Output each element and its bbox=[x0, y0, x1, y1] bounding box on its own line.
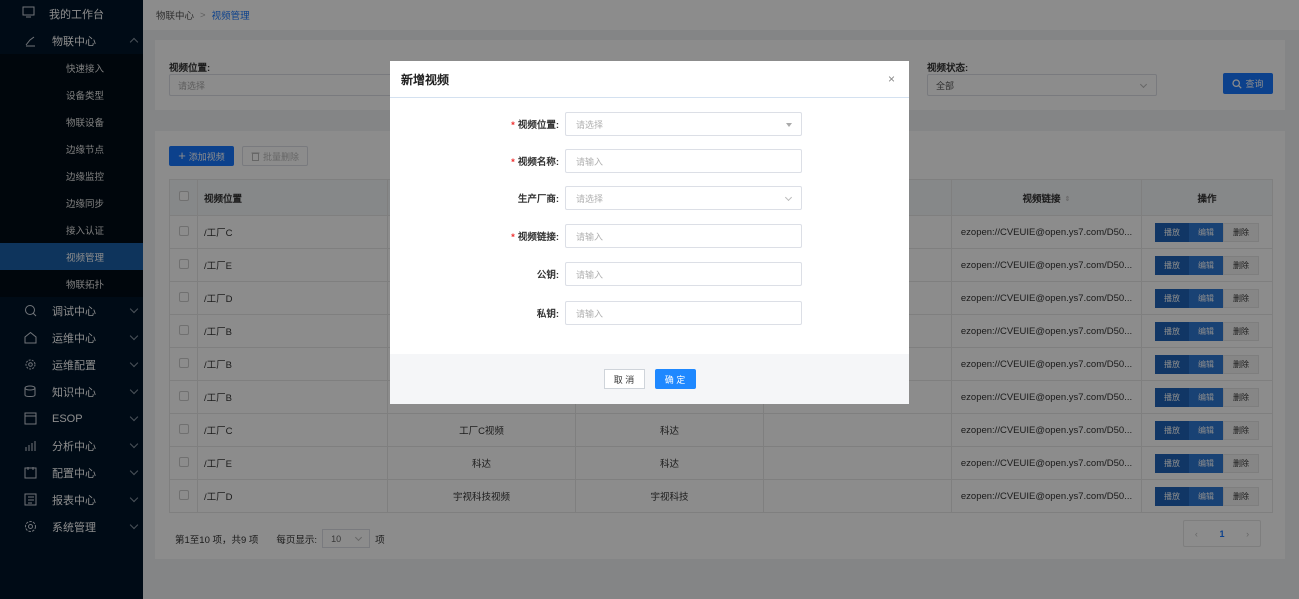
confirm-button[interactable]: 确 定 bbox=[654, 369, 696, 389]
field-label-text: 私钥: bbox=[536, 309, 559, 320]
field-video-location: * 视频位置: 请选择 bbox=[390, 112, 909, 136]
field-video-link: * 视频链接: 请输入 bbox=[390, 224, 909, 248]
video-location-select[interactable]: 请选择 bbox=[565, 112, 802, 136]
manufacturer-select[interactable]: 请选择 bbox=[565, 186, 802, 210]
placeholder: 请选择 bbox=[576, 119, 604, 130]
placeholder: 请输入 bbox=[576, 308, 604, 319]
placeholder: 请输入 bbox=[576, 269, 604, 280]
chevron-down-icon bbox=[784, 193, 793, 202]
cancel-button[interactable]: 取 消 bbox=[603, 369, 645, 389]
modal-footer: 取 消 确 定 bbox=[390, 354, 909, 404]
video-link-input[interactable]: 请输入 bbox=[565, 224, 802, 248]
field-label-text: 生产厂商: bbox=[517, 194, 559, 205]
video-name-input[interactable]: 请输入 bbox=[565, 149, 802, 173]
modal-title: 新增视频 bbox=[401, 72, 450, 87]
field-label: * 视频链接: bbox=[390, 229, 565, 243]
placeholder: 请输入 bbox=[576, 231, 604, 242]
required-mark: * bbox=[511, 232, 515, 243]
public-key-input[interactable]: 请输入 bbox=[565, 262, 802, 286]
field-public-key: 公钥: 请输入 bbox=[390, 262, 909, 286]
required-mark: * bbox=[511, 157, 515, 168]
field-manufacturer: 生产厂商: 请选择 bbox=[390, 186, 909, 210]
placeholder: 请输入 bbox=[576, 156, 604, 167]
close-icon[interactable]: × bbox=[888, 72, 895, 86]
field-label: 私钥: bbox=[390, 306, 565, 320]
field-label-text: 视频链接: bbox=[517, 232, 559, 243]
field-label-text: 视频名称: bbox=[517, 157, 559, 168]
private-key-input[interactable]: 请输入 bbox=[565, 301, 802, 325]
placeholder: 请选择 bbox=[576, 193, 604, 204]
caret-down-icon bbox=[786, 123, 792, 127]
modal-body: * 视频位置: 请选择 * 视频名称: 请输入 生产厂商: 请选择 * 视频链接: 请… bbox=[390, 98, 909, 354]
add-video-modal: 新增视频 × * 视频位置: 请选择 * 视频名称: 请输入 生产厂商: 请选择 *… bbox=[390, 61, 909, 404]
field-label: 生产厂商: bbox=[390, 191, 565, 205]
field-label: * 视频名称: bbox=[390, 154, 565, 168]
field-label: * 视频位置: bbox=[390, 117, 565, 131]
modal-header: 新增视频 × bbox=[390, 61, 909, 98]
field-label: 公钥: bbox=[390, 267, 565, 281]
field-label-text: 视频位置: bbox=[517, 120, 559, 131]
field-label-text: 公钥: bbox=[536, 270, 559, 281]
field-private-key: 私钥: 请输入 bbox=[390, 301, 909, 325]
field-video-name: * 视频名称: 请输入 bbox=[390, 149, 909, 173]
required-mark: * bbox=[511, 120, 515, 131]
